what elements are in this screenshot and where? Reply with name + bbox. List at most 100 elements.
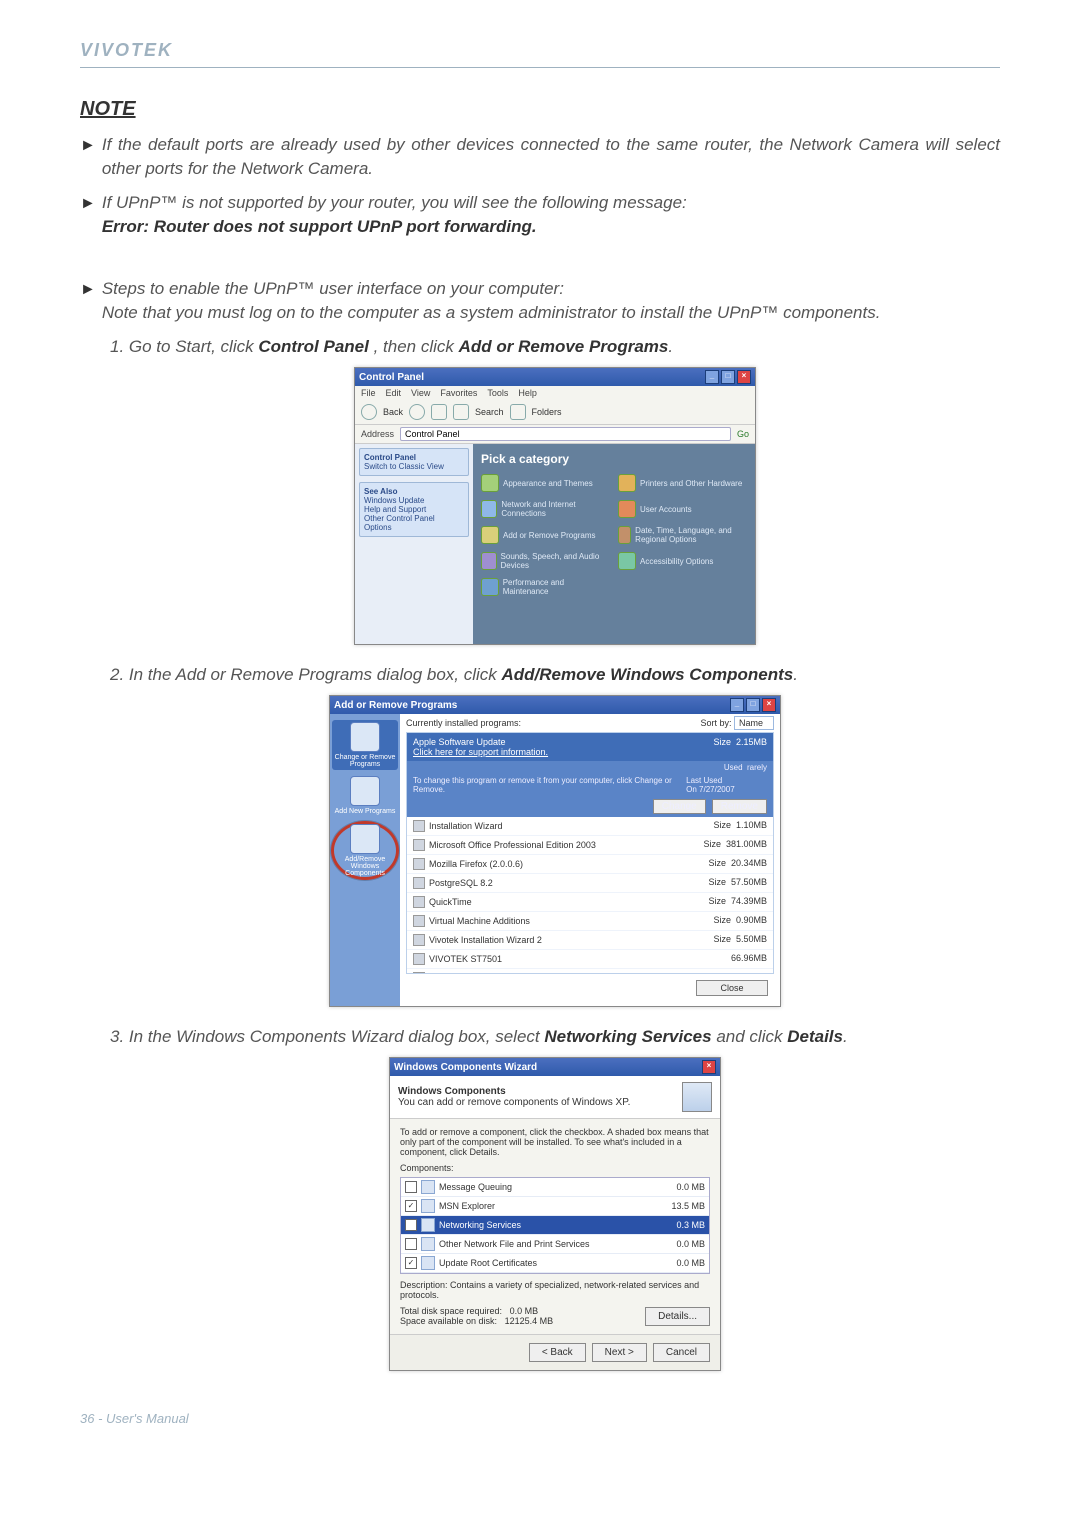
prog-name[interactable]: Mozilla Firefox (2.0.0.6) — [429, 859, 523, 869]
back-label[interactable]: Back — [383, 407, 403, 417]
wiz-instructions: To add or remove a component, click the … — [400, 1127, 710, 1157]
close-icon[interactable]: × — [702, 1060, 716, 1074]
checkbox[interactable]: ✓ — [405, 1257, 417, 1269]
step2-suffix: . — [793, 665, 798, 684]
header-rule — [80, 67, 1000, 68]
menu-help[interactable]: Help — [518, 388, 537, 398]
list-item[interactable]: ✓Update Root Certificates 0.0 MB — [401, 1254, 709, 1273]
list-item: QuickTimeSize 74.39MB — [407, 893, 773, 912]
menu-tools[interactable]: Tools — [487, 388, 508, 398]
arp-selected-size: 2.15MB — [736, 737, 767, 747]
brand-header: VIVOTEK — [80, 40, 1000, 61]
forward-icon[interactable] — [409, 404, 425, 420]
comp-size: 0.0 MB — [676, 1182, 705, 1192]
prog-size: 66.96MB — [731, 953, 767, 963]
cp-cat-accessibility[interactable]: Accessibility Options — [618, 552, 747, 570]
arp-nav-addnew[interactable]: Add New Programs — [334, 776, 396, 815]
prog-name[interactable]: Microsoft Office Professional Edition 20… — [429, 840, 596, 850]
program-icon — [413, 896, 425, 908]
step1-suffix: . — [668, 337, 673, 356]
folders-label[interactable]: Folders — [532, 407, 562, 417]
prog-name[interactable]: Vivotek Installation Wizard 2 — [429, 935, 542, 945]
minimize-icon[interactable]: _ — [730, 698, 744, 712]
arp-support-link[interactable]: Click here for support information. — [413, 747, 767, 757]
list-item-selected[interactable]: ✓Networking Services 0.3 MB — [401, 1216, 709, 1235]
list-item: Installation WizardSize 1.10MB — [407, 817, 773, 836]
minimize-icon[interactable]: _ — [705, 370, 719, 384]
cp-side-switch[interactable]: Switch to Classic View — [364, 462, 444, 471]
arp-nav-windows-components[interactable]: Add/Remove Windows Components — [331, 821, 399, 880]
arp-size-label: Size — [713, 737, 731, 747]
cp-cat-sounds[interactable]: Sounds, Speech, and Audio Devices — [481, 552, 610, 570]
step3-prefix: 3. In the Windows Components Wizard dial… — [110, 1027, 544, 1046]
arp-remove-button[interactable]: Remove — [712, 799, 767, 814]
cp-cat-appearance[interactable]: Appearance and Themes — [481, 474, 610, 492]
note-bullet-2: If UPnP™ is not supported by your router… — [102, 191, 687, 239]
cp-toolbar: Back Search Folders — [355, 400, 755, 425]
checkbox[interactable]: ✓ — [405, 1200, 417, 1212]
component-icon — [421, 1180, 435, 1194]
go-button[interactable]: Go — [737, 429, 749, 439]
list-item[interactable]: Message Queuing 0.0 MB — [401, 1178, 709, 1197]
comp-name: Update Root Certificates — [439, 1258, 537, 1268]
cp-side-link2[interactable]: Help and Support — [364, 505, 426, 514]
arp-selected-program[interactable]: Apple Software Update Size 2.15MB Click … — [407, 733, 773, 761]
step1-strong1: Control Panel — [258, 337, 369, 356]
arp-close-button[interactable]: Close — [696, 980, 768, 996]
date-time-icon — [618, 526, 631, 544]
maximize-icon[interactable]: □ — [746, 698, 760, 712]
prog-name[interactable]: Windows Genuine Advantage Validation Too… — [429, 973, 658, 974]
up-icon[interactable] — [431, 404, 447, 420]
list-item[interactable]: Other Network File and Print Services 0.… — [401, 1235, 709, 1254]
menu-favorites[interactable]: Favorites — [440, 388, 477, 398]
list-item: VIVOTEK ST7501 66.96MB — [407, 950, 773, 969]
cp-cat-printers[interactable]: Printers and Other Hardware — [618, 474, 747, 492]
address-input[interactable] — [400, 427, 731, 441]
wiz-component-list: Message Queuing 0.0 MB ✓MSN Explorer 13.… — [400, 1177, 710, 1274]
menu-file[interactable]: File — [361, 388, 376, 398]
cp-cat-performance[interactable]: Performance and Maintenance — [481, 578, 610, 596]
cp-side-link3[interactable]: Other Control Panel Options — [364, 514, 435, 532]
search-label[interactable]: Search — [475, 407, 504, 417]
wiz-description: Description: Contains a variety of speci… — [400, 1280, 710, 1300]
cp-side-title: Control Panel — [364, 453, 416, 462]
bullet-icon: ► — [80, 135, 96, 157]
windows-components-icon — [350, 824, 380, 854]
cp-cat-datetime[interactable]: Date, Time, Language, and Regional Optio… — [618, 526, 747, 544]
menu-edit[interactable]: Edit — [386, 388, 402, 398]
cp-side-seealso: See Also — [364, 487, 398, 496]
cp-side-link1[interactable]: Windows Update — [364, 496, 424, 505]
back-icon[interactable] — [361, 404, 377, 420]
close-icon[interactable]: × — [762, 698, 776, 712]
cp-pick-category: Pick a category — [481, 452, 747, 466]
menu-view[interactable]: View — [411, 388, 430, 398]
program-icon — [413, 820, 425, 832]
cp-cat-useraccounts[interactable]: User Accounts — [618, 500, 747, 518]
maximize-icon[interactable]: □ — [721, 370, 735, 384]
comp-name: MSN Explorer — [439, 1201, 495, 1211]
cp-cat-network[interactable]: Network and Internet Connections — [481, 500, 610, 518]
cp-cat-addremove[interactable]: Add or Remove Programs — [481, 526, 610, 544]
prog-name[interactable]: Installation Wizard — [429, 821, 503, 831]
list-item[interactable]: ✓MSN Explorer 13.5 MB — [401, 1197, 709, 1216]
checkbox[interactable] — [405, 1181, 417, 1193]
prog-name[interactable]: PostgreSQL 8.2 — [429, 878, 493, 888]
wiz-back-button[interactable]: < Back — [529, 1343, 586, 1362]
arp-nav-change[interactable]: Change or Remove Programs — [332, 720, 398, 770]
arp-change-button[interactable]: Change — [653, 799, 706, 814]
arp-selected-used: rarely — [747, 763, 767, 772]
prog-name[interactable]: QuickTime — [429, 897, 472, 907]
close-icon[interactable]: × — [737, 370, 751, 384]
checkbox[interactable] — [405, 1238, 417, 1250]
checkbox[interactable]: ✓ — [405, 1219, 417, 1231]
wiz-details-button[interactable]: Details... — [645, 1307, 710, 1326]
prog-name[interactable]: VIVOTEK ST7501 — [429, 954, 502, 964]
wiz-cancel-button[interactable]: Cancel — [653, 1343, 710, 1362]
step1-mid: , then click — [374, 337, 459, 356]
wiz-next-button[interactable]: Next > — [592, 1343, 647, 1362]
network-icon — [481, 500, 497, 518]
arp-sortby-select[interactable]: Name — [734, 716, 774, 730]
folders-icon[interactable] — [510, 404, 526, 420]
search-icon[interactable] — [453, 404, 469, 420]
prog-name[interactable]: Virtual Machine Additions — [429, 916, 530, 926]
